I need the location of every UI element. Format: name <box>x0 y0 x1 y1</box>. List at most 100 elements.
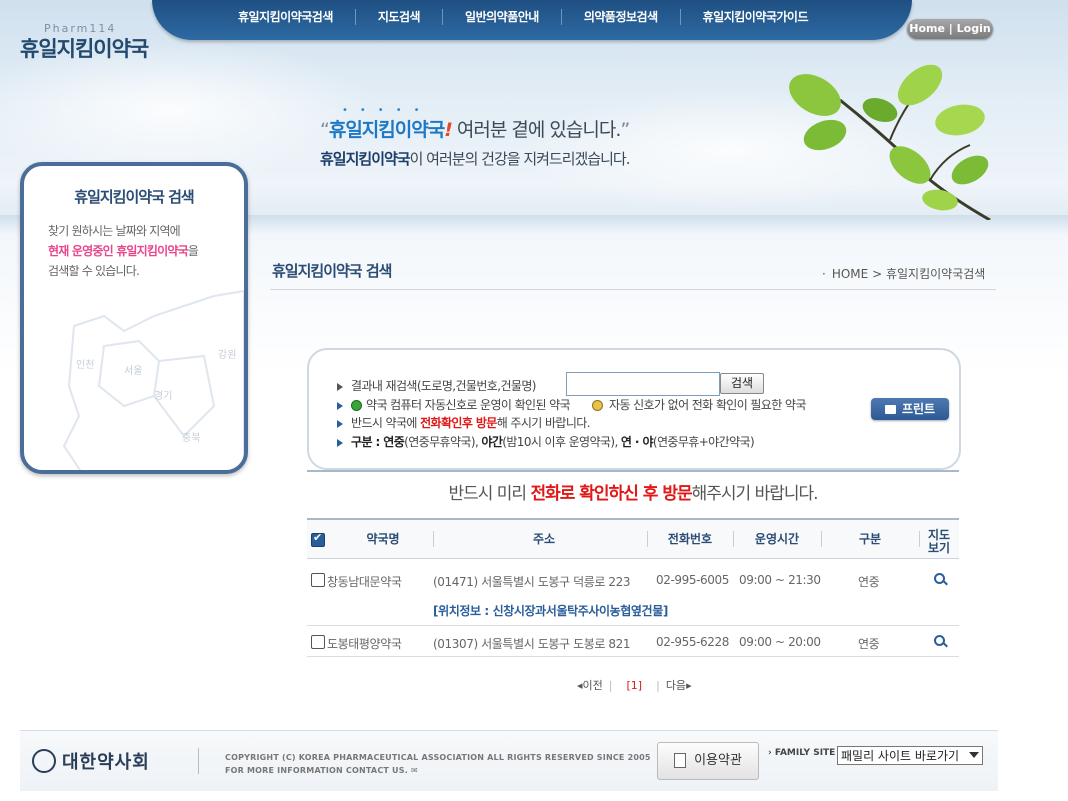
magnifier-icon[interactable] <box>934 573 945 584</box>
triangle-bullet-icon <box>337 401 343 410</box>
pagination: ◂이전 | [1] | 다음▸ <box>577 677 692 693</box>
notice-row: 반드시 약국에 전화확인후 방문해 주시기 바랍니다. <box>337 414 591 431</box>
family-site-select-value: 패밀리 사이트 바로가기 <box>841 749 960 763</box>
select-all-checkbox[interactable] <box>311 531 325 547</box>
top-navigation: 휴일지킴이약국검색 지도검색 일반의약품안내 의약품정보검색 휴일지킴이약국가이… <box>152 0 912 40</box>
next-arrow-icon: ▸ <box>686 679 692 692</box>
sidebar-text-suffix: 을 <box>187 244 199 258</box>
breadcrumb: · HOME > 휴일지킴이약국검색 <box>822 265 985 282</box>
hero-subline-rest: 이 여러분의 건강을 지켜드리겠습니다. <box>409 150 631 168</box>
kpa-emblem-icon <box>32 749 56 773</box>
pharmacy-name[interactable]: 도봉태평양약국 <box>327 635 402 652</box>
divider <box>270 289 996 290</box>
family-site-select[interactable]: 패밀리 사이트 바로가기 <box>837 746 983 765</box>
type-yeonjung-desc: (연중무휴약국), <box>404 435 482 449</box>
row-checkbox[interactable] <box>311 635 325 649</box>
pager-prev[interactable]: 이전 <box>583 679 603 692</box>
hero-banner: ••••• “휴일지킴이약국! 여러분 곁에 있습니다.” 휴일지킴이약국이 여… <box>320 105 631 169</box>
nav-item-drug-search[interactable]: 의약품정보검색 <box>560 9 680 25</box>
header-name: 약국명 <box>366 532 400 546</box>
copyright: COPYRIGHT (C) KOREA PHARMACEUTICAL ASSOC… <box>225 751 651 777</box>
pager-current[interactable]: [1] <box>627 679 643 692</box>
hero-subline: 휴일지킴이약국이 여러분의 건강을 지켜드리겠습니다. <box>320 148 631 169</box>
legend-row: 약국 컴퓨터 자동신호로 운영이 확인된 약국 자동 신호가 없어 전화 확인이 … <box>337 396 806 413</box>
notice-pre: 반드시 약국에 <box>351 416 421 430</box>
notice-post: 해 주시기 바랍니다. <box>496 416 591 430</box>
hero-headline: “휴일지킴이약국! 여러분 곁에 있습니다.” <box>320 115 630 142</box>
footer-logo[interactable]: 대한약사회 <box>32 748 150 775</box>
pharmacy-hours: 09:00 ~ 20:00 <box>739 635 821 649</box>
map-label-seoul[interactable]: 서울 <box>124 365 142 377</box>
triangle-bullet-icon <box>337 438 343 447</box>
nav-item-otc-info[interactable]: 일반의약품안내 <box>442 9 561 25</box>
green-signal-icon <box>351 400 362 411</box>
call-notice-red: 전화로 확인하신 후 방문 <box>530 484 692 504</box>
print-button[interactable]: 프린트 <box>871 398 949 420</box>
hero-subline-brand: 휴일지킴이약국 <box>320 150 411 168</box>
map-label-gangwon[interactable]: 강원 <box>218 349 236 361</box>
pager-separator: | <box>608 679 613 692</box>
chevron-down-icon <box>969 752 979 758</box>
breadcrumb-separator: > <box>872 267 883 281</box>
sidebar-panel: 휴일지킴이약국 검색 찾기 원하시는 날짜와 지역에 현재 운영중인 휴일지킴이… <box>20 162 248 474</box>
terms-button[interactable]: 이용약관 <box>657 742 759 780</box>
logo-title: 휴일지킴이약국 <box>20 37 149 61</box>
family-site-label-text: FAMILY SITE <box>774 748 836 758</box>
hero-exclaim: ! <box>444 119 453 141</box>
header-type: 구분 <box>858 532 882 546</box>
sidebar-text-line1: 찾기 원하시는 날짜와 지역에 <box>48 224 181 238</box>
triangle-bullet-icon <box>337 419 343 428</box>
pharmacy-address: (01471) 서울특별시 도봉구 덕릉로 223 <box>433 575 631 589</box>
call-notice-post: 해주시기 바랍니다. <box>691 484 819 504</box>
call-notice-pre: 반드시 미리 <box>448 484 531 504</box>
breadcrumb-home[interactable]: HOME <box>832 267 868 281</box>
print-label: 프린트 <box>901 402 936 416</box>
pharmacy-name[interactable]: 창동남대문약국 <box>327 573 402 590</box>
page-title: 휴일지킴이약국 검색 <box>272 262 392 280</box>
table-row: 창동남대문약국 (01471) 서울특별시 도봉구 덕릉로 223 02-995… <box>307 559 959 626</box>
pager-next[interactable]: 다음 <box>666 679 686 692</box>
map-label-gyeonggi[interactable]: 경기 <box>154 389 172 402</box>
hero-brand: 휴일지킴이약국 <box>328 119 445 141</box>
pharmacy-type: 연중 <box>858 575 880 589</box>
copyright-line1: COPYRIGHT (C) KOREA PHARMACEUTICAL ASSOC… <box>225 753 651 762</box>
magnifier-icon[interactable] <box>934 635 945 646</box>
close-quote: ” <box>620 119 630 141</box>
search-button[interactable]: 검색 <box>720 373 764 394</box>
search-input[interactable] <box>566 372 720 396</box>
nav-item-guide[interactable]: 휴일지킴이약국가이드 <box>679 9 830 25</box>
region-map[interactable]: 인천 서울 경기 강원 충북 <box>44 286 244 474</box>
footer-separator <box>198 748 199 774</box>
header-address: 주소 <box>532 532 556 546</box>
header-map-line1: 지도 <box>927 528 951 542</box>
type-both-desc: (연중무휴+야간약국) <box>652 435 755 449</box>
type-yagan-desc: (밤10시 이후 운영약국), <box>502 435 621 449</box>
sidebar-highlight: 현재 운영중인 휴일지킴이약국 <box>48 244 189 258</box>
triangle-bullet-icon <box>337 382 343 391</box>
breadcrumb-current: 휴일지킴이약국검색 <box>885 267 986 281</box>
row-checkbox[interactable] <box>311 573 325 587</box>
copyright-line2: FOR MORE INFORMATION CONTACT US. ✉ <box>225 764 651 777</box>
mail-icon[interactable]: ✉ <box>411 766 418 775</box>
search-label-row: 결과내 재검색(도로명,건물번호,건물명) <box>337 377 536 394</box>
map-label-incheon[interactable]: 인천 <box>76 359 94 371</box>
home-login-button[interactable]: Home | Login <box>907 19 993 39</box>
site-logo[interactable]: Pharm114 휴일지킴이약국 <box>20 22 149 63</box>
table-row: 도봉태평양약국 (01307) 서울특별시 도봉구 도봉로 821 02-955… <box>307 626 959 657</box>
family-site-label: › FAMILY SITE <box>768 748 836 758</box>
call-notice: 반드시 미리 전화로 확인하신 후 방문해주시기 바랍니다. <box>307 479 959 504</box>
footer-org-name: 대한약사회 <box>62 752 150 773</box>
nav-item-map-search[interactable]: 지도검색 <box>354 9 442 25</box>
type-yagan: 야간 <box>481 435 503 449</box>
nav-item-pharmacy-search[interactable]: 휴일지킴이약국검색 <box>224 9 355 25</box>
leaves-illustration <box>789 64 991 220</box>
printer-icon <box>884 405 896 414</box>
document-icon <box>674 753 687 768</box>
table-header: 약국명 주소 전화번호 운영시간 구분 지도보기 <box>307 518 959 559</box>
types-row: 구분 : 연중(연중무휴약국), 야간(밤10시 이후 운영약국), 연 · 야… <box>337 433 755 450</box>
type-yeonjung: 연중 <box>383 435 405 449</box>
header-map-line2: 보기 <box>927 541 951 555</box>
map-label-chungbuk[interactable]: 충북 <box>182 432 200 444</box>
header-phone: 전화번호 <box>667 532 713 546</box>
header-hours: 운영시간 <box>754 532 800 546</box>
